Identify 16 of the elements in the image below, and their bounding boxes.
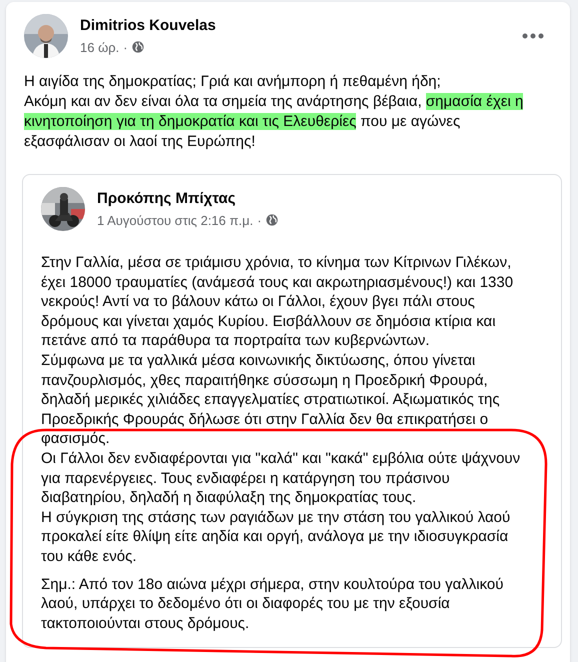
post-text: Στην Γαλλία, μέσα σε τριάμισυ χρόνια, το κίνημα των Κίτρινων Γιλέκων, έχει 18000 τραυματίες (ανάμεσά τους και ακρωτηριασμένους!) και 1330 νεκρούς! Αντί να το βάλουν κάτω οι Γάλλοι, έχουν βγει πάλι στους δρόμους και γίνεται χαμός Κυρίου. Εισβάλλουν σε δημόσια κτίρια και πετάνε από τα παράθυρα τα πορτραίτα των κυβερνώντων. xyxy=(41,253,514,351)
author-name[interactable]: Προκόπης Μπίχτας xyxy=(97,188,278,210)
post-text: Σημ.: Από τον 18ο αιώνα μέχρι σήμερα, στην κουλτούρα του γαλλικού λαού, υπάρχει το δεδομένο ότι οι διαφορές του με την εξουσία τακτοποιούνται στους δρόμους. xyxy=(41,574,504,634)
post-text: Οι Γάλλοι δεν ενδιαφέρονται για "καλά" και "κακά" εμβόλια ούτε ψάχνουν για παρενέργειες. Τους ενδιαφέρει η κατάργηση του πράσινου διαβατηρίου, δηλαδή η διαφύλαξη της δημοκρατίας τους. xyxy=(41,448,522,508)
post-time[interactable]: 1 Αυγούστου στις 2:16 π.μ. xyxy=(97,210,254,230)
post-text: Η σύγκριση της στάσης των ραγιάδων με την στάση του γαλλικού λαού προκαλεί είτε θλίψη είτε αηδία και οργή, ανάλογα με την ιδιοσυγκρασία του κάθε ενός. xyxy=(41,508,512,566)
separator-dot: · xyxy=(257,212,262,230)
post-text: Σύμφωνα με τα γαλλικά μέσα κοινωνικής δικτύωσης, όπου γίνεται πανζουρλισμός, χθες παραιτήθηκε σύσσωμη η Προεδρική Φρουρά, δηλαδή μερικές χιλιάδες επαγγελματίες στρατιωτικοί. Αξιωματικός της Προεδρικής Φρουράς δήλωσε ότι στην Γαλλία δεν θα επικρατήσει ο φασισμός. xyxy=(41,350,501,449)
more-options-icon[interactable] xyxy=(522,33,544,39)
post-time[interactable]: 16 ώρ. xyxy=(80,38,120,57)
post-text: Η αιγίδα της δημοκρατίας; Γριά και ανήμπορη ή πεθαμένη ήδη; xyxy=(24,72,442,92)
separator-dot: · xyxy=(123,38,128,56)
globe-icon xyxy=(132,41,144,54)
globe-icon xyxy=(266,214,278,226)
post-text: Ακόμη και αν δεν είναι όλα τα σημεία της ανάρτησης βέβαια, σημασία έχει η κινητοποίηση για τη δημοκρατία και τις Ελευθερίες που με αγώνες εξασφάλισαν οι λαοί της Ευρώπης! xyxy=(24,92,524,152)
author-name[interactable]: Dimitrios Kouvelas xyxy=(80,15,510,38)
